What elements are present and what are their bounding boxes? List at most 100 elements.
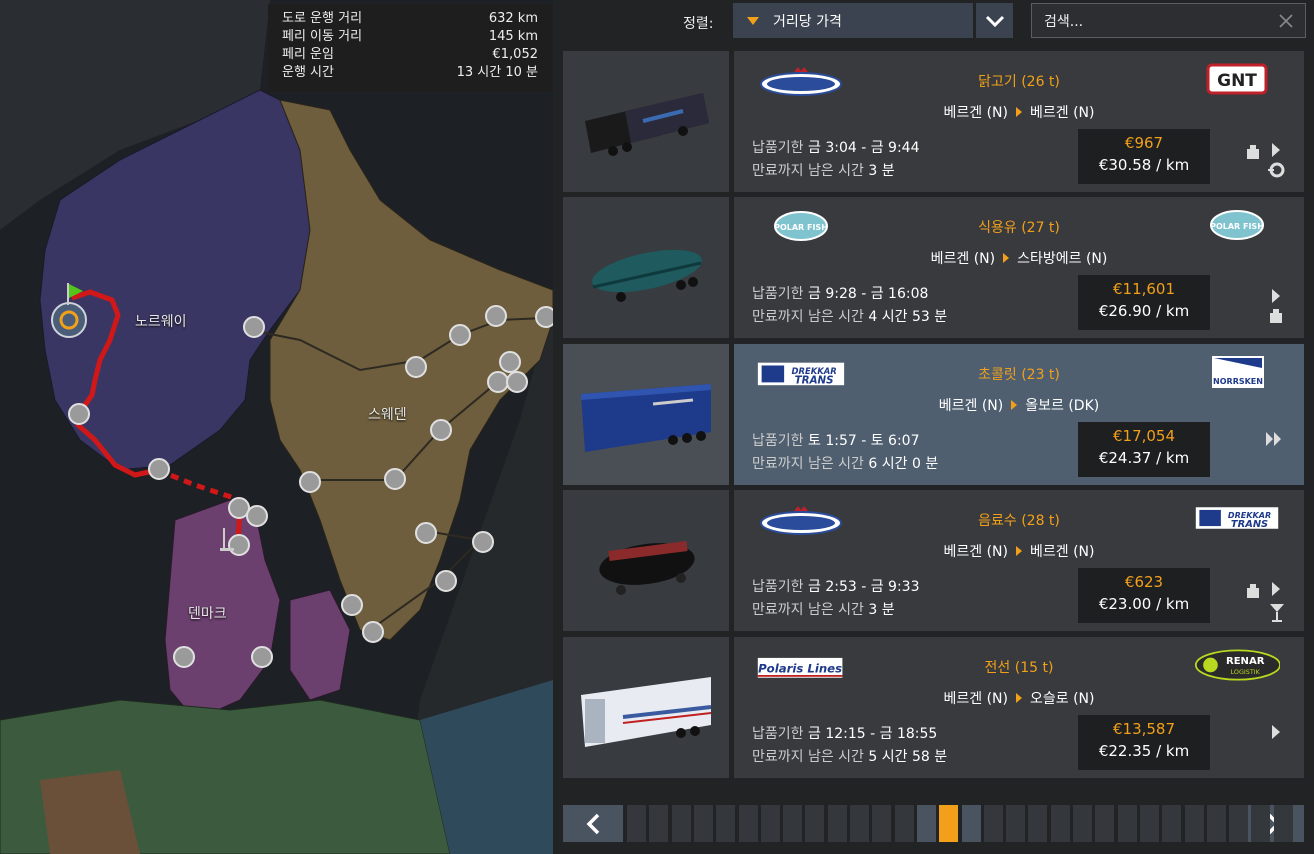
expire-label: 만료까지 남은 시간	[752, 602, 864, 618]
clear-search-icon[interactable]	[1279, 13, 1293, 28]
page-segment[interactable]	[894, 805, 914, 842]
job-times: 납품기한 금 12:15 - 금 18:55 만료까지 남은 시간 5 시간 5…	[752, 723, 947, 769]
job-info: GNT 닭고기 (26 t) 베르겐 (N) 베르겐 (N) 납품기한 금 3:0…	[734, 51, 1304, 192]
page-segment[interactable]	[872, 805, 892, 842]
page-segment[interactable]	[1050, 805, 1070, 842]
play-icon	[1272, 725, 1280, 739]
page-segment[interactable]	[1162, 805, 1182, 842]
route-map[interactable]: 노르웨이 스웨덴 덴마크 도로 운행 거리 632 km 페리 이동 거리 145 …	[0, 0, 553, 854]
page-segment[interactable]	[983, 805, 1003, 842]
job-attribute-icons	[1266, 432, 1281, 446]
page-segment[interactable]	[716, 805, 736, 842]
job-price: €13,587	[1112, 720, 1176, 738]
expire-value: 5 시간 58 분	[868, 749, 948, 765]
page-segment[interactable]	[627, 805, 646, 842]
job-route: 베르겐 (N) 스타방에르 (N)	[734, 248, 1304, 268]
job-row-selected[interactable]: DREKKAR TRANS NORRSKEN 초콜릿 (23 t) 베르겐 (N)…	[563, 344, 1304, 485]
job-row[interactable]: GNT 닭고기 (26 t) 베르겐 (N) 베르겐 (N) 납품기한 금 3:0…	[563, 51, 1304, 192]
info-label: 페리 이동 거리	[282, 29, 363, 44]
job-attribute-icons	[1272, 725, 1280, 739]
job-row[interactable]: DREKKAR TRANS 음료수 (28 t) 베르겐 (N) 베르겐 (N) 납…	[563, 490, 1304, 631]
map-label-denmark: 덴마크	[188, 606, 227, 622]
route-info-row: 페리 이동 거리 145 km	[282, 28, 538, 46]
page-segment[interactable]	[1139, 805, 1159, 842]
expire-label: 만료까지 남은 시간	[752, 163, 864, 179]
page-segment-current[interactable]	[939, 805, 959, 842]
route-arrow-icon	[1003, 253, 1010, 263]
expire-value: 3 분	[868, 602, 895, 618]
page-segment[interactable]	[1073, 805, 1092, 842]
destination-city: 스타방에르 (N)	[1017, 251, 1108, 267]
price-per-km: €23.00 / km	[1098, 595, 1190, 613]
page-segment[interactable]	[805, 805, 825, 842]
page-segment[interactable]	[1095, 805, 1115, 842]
page-segment[interactable]	[1184, 805, 1204, 842]
page-segment[interactable]	[738, 805, 758, 842]
page-segment[interactable]	[1117, 805, 1137, 842]
search-placeholder: 검색...	[1044, 13, 1084, 30]
expire-label: 만료까지 남은 시간	[752, 309, 864, 325]
expire-value: 3 분	[868, 163, 895, 179]
expire-label: 만료까지 남은 시간	[752, 456, 864, 472]
cargo-name: 닭고기 (26 t)	[978, 74, 1060, 90]
job-times: 납품기한 금 3:04 - 금 9:44 만료까지 남은 시간 3 분	[752, 137, 919, 183]
price-box: €967 €30.58 / km	[1078, 129, 1210, 184]
origin-city: 베르겐 (N)	[943, 105, 1009, 121]
job-route: 베르겐 (N) 베르겐 (N)	[734, 541, 1304, 561]
page-segment[interactable]	[916, 805, 936, 842]
job-price: €623	[1124, 573, 1164, 591]
sort-dropdown[interactable]: 거리당 가격	[733, 3, 973, 38]
info-label: 운행 시간	[282, 65, 334, 80]
expire-value: 4 시간 53 분	[868, 309, 948, 325]
deadline-value: 토 1:57 - 토 6:07	[807, 433, 920, 449]
page-segment[interactable]	[760, 805, 780, 842]
job-price: €17,054	[1112, 427, 1176, 445]
info-label: 도로 운행 거리	[282, 11, 363, 26]
page-segment[interactable]	[671, 805, 691, 842]
origin-city: 베르겐 (N)	[938, 398, 1004, 414]
fragile-glass-icon	[1270, 604, 1284, 622]
destination-city: 베르겐 (N)	[1030, 544, 1095, 560]
cargo-name: 음료수 (28 t)	[978, 513, 1060, 529]
expire-value: 6 시간 0 분	[868, 456, 939, 472]
page-segment[interactable]	[1251, 805, 1271, 842]
deadline-label: 납품기한	[752, 579, 804, 595]
price-box: €11,601 €26.90 / km	[1078, 275, 1210, 330]
page-segment[interactable]	[827, 805, 847, 842]
page-segment[interactable]	[850, 805, 869, 842]
deadline-label: 납품기한	[752, 433, 804, 449]
destination-city: 오슬로 (N)	[1030, 691, 1095, 707]
page-segment[interactable]	[1006, 805, 1026, 842]
route-info-panel: 도로 운행 거리 632 km 페리 이동 거리 145 km 페리 운임 €1,05…	[268, 4, 552, 92]
page-segment[interactable]	[783, 805, 803, 842]
page-segment[interactable]	[693, 805, 713, 842]
trailer-image	[563, 197, 729, 338]
job-row[interactable]: Polaris Lines RENAR LOGISTIK 전선 (15 t) 베르…	[563, 637, 1304, 778]
route-arrow-icon	[1016, 693, 1022, 703]
origin-city: 베르겐 (N)	[943, 691, 1009, 707]
page-segment[interactable]	[1229, 805, 1249, 842]
page-segment[interactable]	[1273, 805, 1293, 842]
chevron-down-icon	[985, 15, 1004, 27]
price-box: €13,587 €22.35 / km	[1078, 715, 1210, 770]
destination-city: 베르겐 (N)	[1030, 105, 1095, 121]
page-scroller[interactable]	[563, 805, 1304, 842]
cargo-name: 초콜릿 (23 t)	[978, 367, 1060, 383]
sort-dropdown-toggle[interactable]	[976, 3, 1013, 38]
page-segment[interactable]	[649, 805, 669, 842]
weight-icon	[1247, 145, 1259, 159]
page-segment[interactable]	[1028, 805, 1048, 842]
page-segment[interactable]	[961, 805, 981, 842]
sort-label: 정렬:	[683, 16, 714, 32]
play-icon	[1272, 143, 1280, 157]
job-row[interactable]: POLAR FISH POLAR FISH 식용유 (27 t) 베르겐 (N)…	[563, 197, 1304, 338]
info-value: €1,052	[492, 47, 539, 62]
prev-page-button[interactable]	[563, 805, 623, 842]
expire-label: 만료까지 남은 시간	[752, 749, 864, 765]
trailer-image	[563, 51, 729, 192]
play-icon	[1272, 289, 1280, 303]
deadline-label: 납품기한	[752, 726, 804, 742]
search-input[interactable]: 검색...	[1031, 3, 1306, 38]
page-segment[interactable]	[1206, 805, 1226, 842]
job-price: €967	[1124, 134, 1164, 152]
